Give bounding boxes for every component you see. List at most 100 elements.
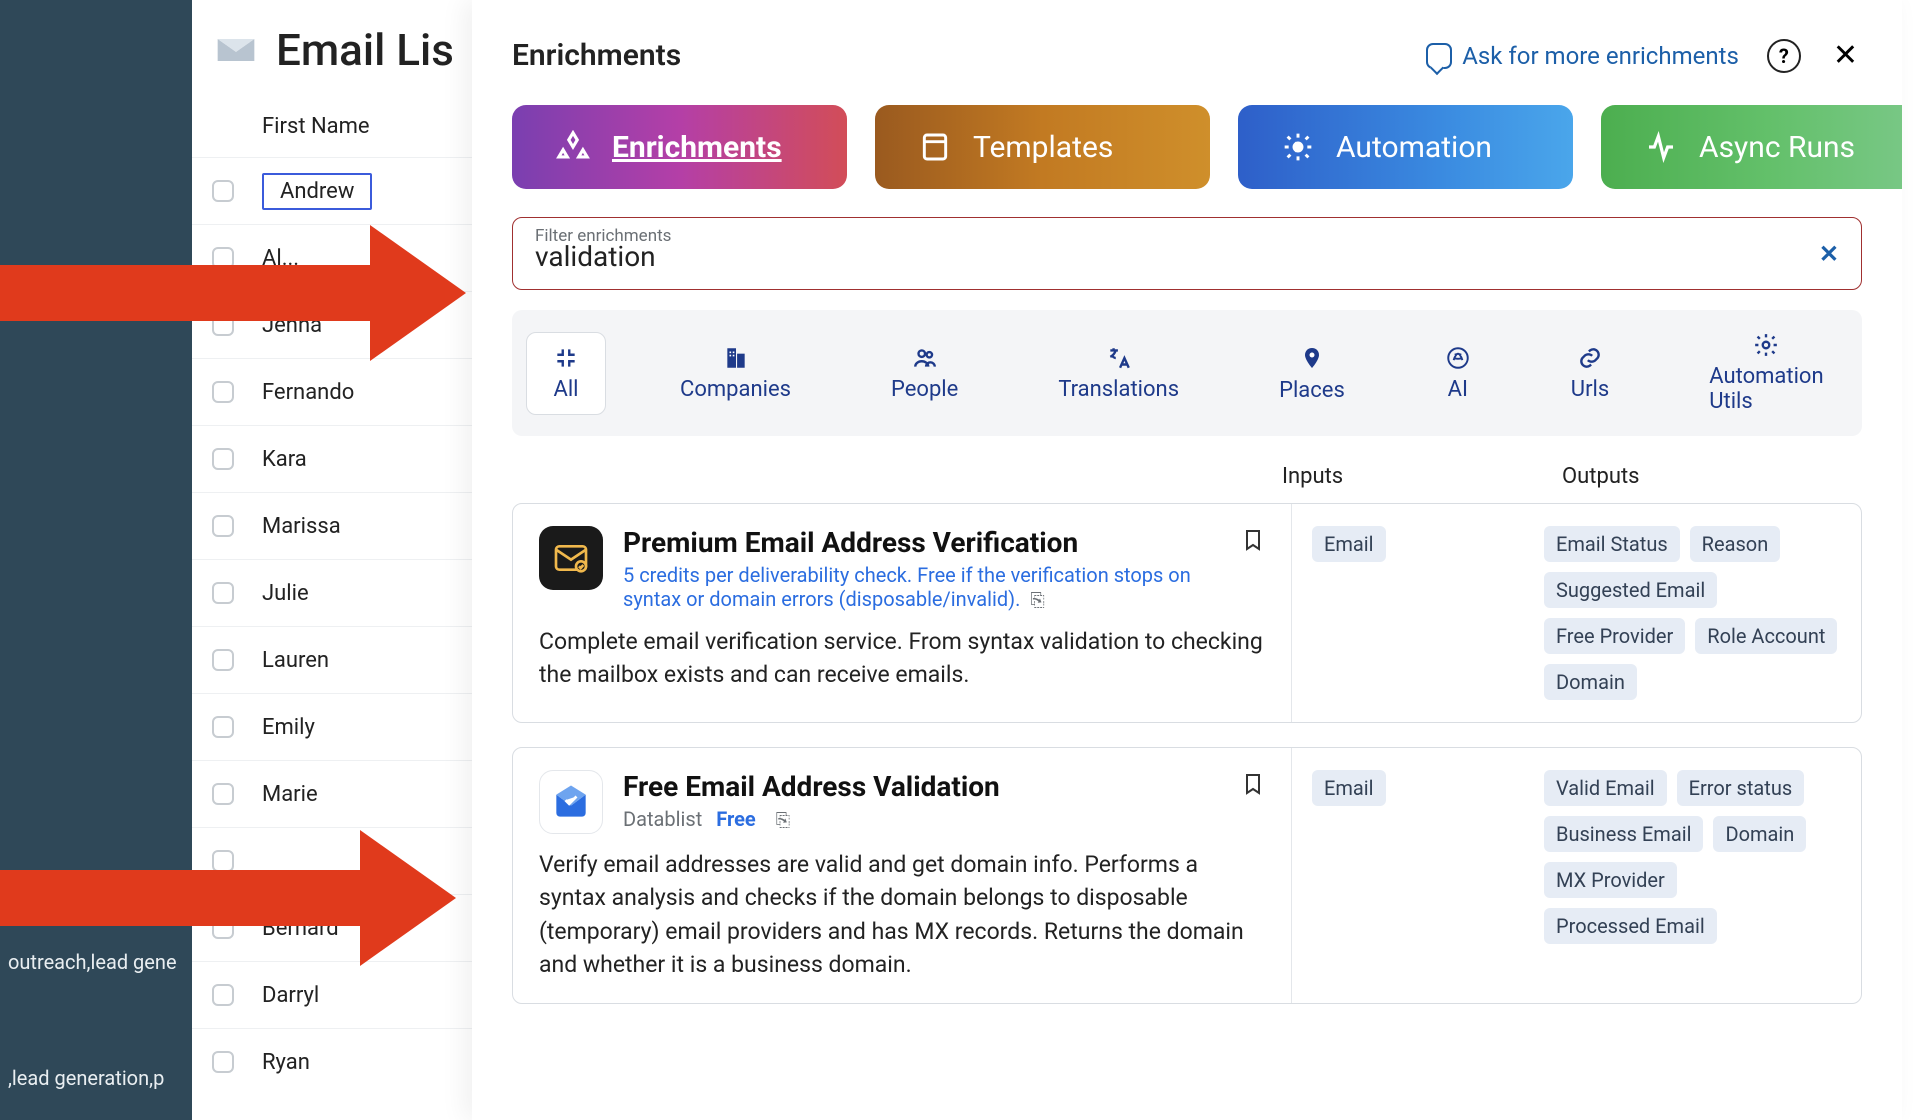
table-row[interactable]: Darryl — [192, 961, 481, 1028]
filter-label: Filter enrichments — [535, 226, 671, 246]
output-chip: Email Status — [1544, 526, 1680, 562]
automation-icon — [1282, 131, 1314, 163]
category-icon — [1445, 345, 1471, 371]
tab-async-runs[interactable]: Async Runs — [1601, 105, 1902, 189]
category-companies[interactable]: Companies — [654, 333, 817, 414]
row-checkbox[interactable] — [212, 984, 234, 1006]
output-chip: Domain — [1544, 664, 1637, 700]
category-label: AI — [1448, 377, 1468, 402]
table-row[interactable]: Ryan — [192, 1028, 481, 1095]
chat-icon — [1426, 43, 1452, 69]
row-name: Kara — [262, 447, 307, 472]
output-chip: Domain — [1713, 816, 1806, 852]
category-icon — [1300, 344, 1324, 372]
ask-enrichments-link[interactable]: Ask for more enrichments — [1426, 42, 1739, 70]
row-checkbox[interactable] — [212, 180, 234, 202]
card-description: Verify email addresses are valid and get… — [539, 848, 1265, 981]
table-row[interactable]: Lauren — [192, 626, 481, 693]
output-chip: Suggested Email — [1544, 572, 1717, 608]
tab-automation-label: Automation — [1336, 130, 1492, 165]
close-icon[interactable]: ✕ — [1829, 34, 1862, 77]
tab-enrichments[interactable]: Enrichments — [512, 105, 847, 189]
tab-async-label: Async Runs — [1699, 130, 1855, 165]
category-icon — [723, 345, 749, 371]
copy-icon[interactable]: ⎘ — [1030, 590, 1044, 611]
row-name: Fernando — [262, 380, 354, 405]
row-checkbox[interactable] — [212, 649, 234, 671]
category-label: Translations — [1058, 377, 1179, 402]
tab-automation[interactable]: Automation — [1238, 105, 1573, 189]
card-description: Complete email verification service. Fro… — [539, 625, 1265, 692]
category-automation-utils[interactable]: Automation Utils — [1683, 320, 1849, 426]
filter-enrichments-field[interactable]: Filter enrichments ✕ — [512, 217, 1862, 290]
bookmark-icon[interactable] — [1241, 526, 1265, 554]
filter-input[interactable] — [535, 240, 1799, 273]
card-subtitle: 5 credits per deliverability check. Free… — [623, 563, 1221, 611]
category-label: People — [891, 377, 958, 402]
output-chip: Processed Email — [1544, 908, 1717, 944]
tab-templates-label: Templates — [973, 130, 1113, 165]
enrichment-card[interactable]: Free Email Address Validation DatablistFr… — [512, 747, 1862, 1004]
row-checkbox[interactable] — [212, 1051, 234, 1073]
modal-title: Enrichments — [512, 38, 681, 73]
row-name: Emily — [262, 715, 315, 740]
output-chip: Error status — [1677, 770, 1805, 806]
output-chip: MX Provider — [1544, 862, 1677, 898]
category-icon — [1106, 345, 1132, 371]
clear-filter-icon[interactable]: ✕ — [1819, 240, 1839, 268]
category-all[interactable]: All — [526, 332, 606, 415]
row-checkbox[interactable] — [212, 783, 234, 805]
table-row[interactable]: Kara — [192, 425, 481, 492]
row-checkbox[interactable] — [212, 582, 234, 604]
column-header-firstname[interactable]: First Name — [192, 106, 481, 157]
output-chip: Reason — [1690, 526, 1781, 562]
category-label: Companies — [680, 377, 791, 402]
help-icon[interactable]: ? — [1767, 39, 1801, 73]
category-translations[interactable]: Translations — [1032, 333, 1205, 414]
category-label: All — [553, 377, 578, 402]
enrichment-card[interactable]: Premium Email Address Verification 5 cred… — [512, 503, 1862, 723]
row-name: Andrew — [280, 179, 354, 204]
list-title: Email Lis — [276, 24, 454, 76]
inputs-header: Inputs — [1282, 464, 1562, 489]
bookmark-icon[interactable] — [1241, 770, 1265, 798]
table-row[interactable]: Andrew — [192, 157, 481, 224]
category-icon — [1753, 332, 1779, 358]
category-urls[interactable]: Urls — [1545, 333, 1635, 414]
category-people[interactable]: People — [865, 333, 984, 414]
table-row[interactable]: Emily — [192, 693, 481, 760]
category-ai[interactable]: AI — [1419, 333, 1497, 414]
outputs-header: Outputs — [1562, 464, 1862, 489]
output-chip: Role Account — [1695, 618, 1837, 654]
row-checkbox[interactable] — [212, 716, 234, 738]
category-icon — [912, 345, 938, 371]
apps-icon — [556, 130, 590, 164]
template-icon — [919, 131, 951, 163]
table-row[interactable]: Julie — [192, 559, 481, 626]
table-row[interactable]: Marissa — [192, 492, 481, 559]
row-checkbox[interactable] — [212, 381, 234, 403]
category-icon — [1577, 345, 1603, 371]
enrichment-icon — [539, 770, 603, 834]
row-checkbox[interactable] — [212, 448, 234, 470]
annotation-arrow — [0, 225, 466, 361]
table-row[interactable]: Fernando — [192, 358, 481, 425]
category-label: Places — [1279, 378, 1345, 403]
category-label: Automation Utils — [1709, 364, 1823, 414]
card-title: Premium Email Address Verification — [623, 526, 1221, 559]
row-checkbox[interactable] — [212, 515, 234, 537]
category-places[interactable]: Places — [1253, 332, 1371, 415]
input-chip: Email — [1312, 526, 1386, 562]
tab-enrichments-label: Enrichments — [612, 130, 782, 165]
card-title: Free Email Address Validation — [623, 770, 1221, 803]
output-chip: Valid Email — [1544, 770, 1667, 806]
copy-icon[interactable]: ⎘ — [776, 810, 790, 831]
tab-templates[interactable]: Templates — [875, 105, 1210, 189]
enrichments-modal: Enrichments Ask for more enrichments ? ✕… — [472, 0, 1902, 1120]
row-name: Lauren — [262, 648, 329, 673]
category-label: Urls — [1571, 377, 1609, 402]
card-subtitle: DatablistFree⎘ — [623, 807, 1221, 831]
category-icon — [553, 345, 579, 371]
table-row[interactable]: Marie — [192, 760, 481, 827]
activity-icon — [1645, 131, 1677, 163]
